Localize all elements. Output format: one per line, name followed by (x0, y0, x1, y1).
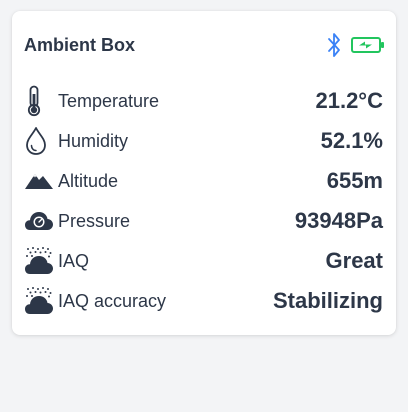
card-title: Ambient Box (24, 34, 136, 55)
thermometer-icon (24, 85, 58, 117)
reading-value: 52.1% (320, 128, 383, 153)
reading-value: 21.2°C (315, 88, 383, 113)
reading-label: Pressure (58, 210, 131, 231)
cloud-particles-icon (24, 286, 58, 316)
bluetooth-icon (327, 30, 341, 60)
reading-iaq-accuracy: IAQ accuracy Stabilizing (24, 281, 383, 321)
reading-label: IAQ (58, 250, 90, 271)
sensor-card: Ambient Box Temperature 21.2°C Humidity … (12, 11, 396, 335)
reading-value: Great (325, 248, 383, 273)
cloud-gauge-icon (24, 206, 58, 236)
reading-altitude: Altitude 655m (24, 161, 383, 201)
reading-label: Humidity (58, 130, 129, 151)
droplet-icon (24, 126, 58, 156)
reading-value: Stabilizing (273, 288, 383, 313)
reading-label: Temperature (58, 90, 160, 111)
reading-label: IAQ accuracy (58, 290, 167, 311)
reading-humidity: Humidity 52.1% (24, 121, 383, 161)
reading-label: Altitude (58, 170, 119, 191)
battery-charging-icon (351, 36, 385, 54)
reading-temperature: Temperature 21.2°C (24, 81, 383, 121)
reading-pressure: Pressure 93948Pa (24, 201, 383, 241)
mountain-icon (24, 166, 58, 196)
reading-value: 655m (326, 168, 383, 193)
status-icons (327, 30, 385, 60)
cloud-particles-icon (24, 246, 58, 276)
reading-value: 93948Pa (294, 208, 383, 233)
reading-iaq: IAQ Great (24, 241, 383, 281)
readings-list: Temperature 21.2°C Humidity 52.1% Altitu… (24, 81, 383, 321)
card-header: Ambient Box (24, 29, 385, 61)
